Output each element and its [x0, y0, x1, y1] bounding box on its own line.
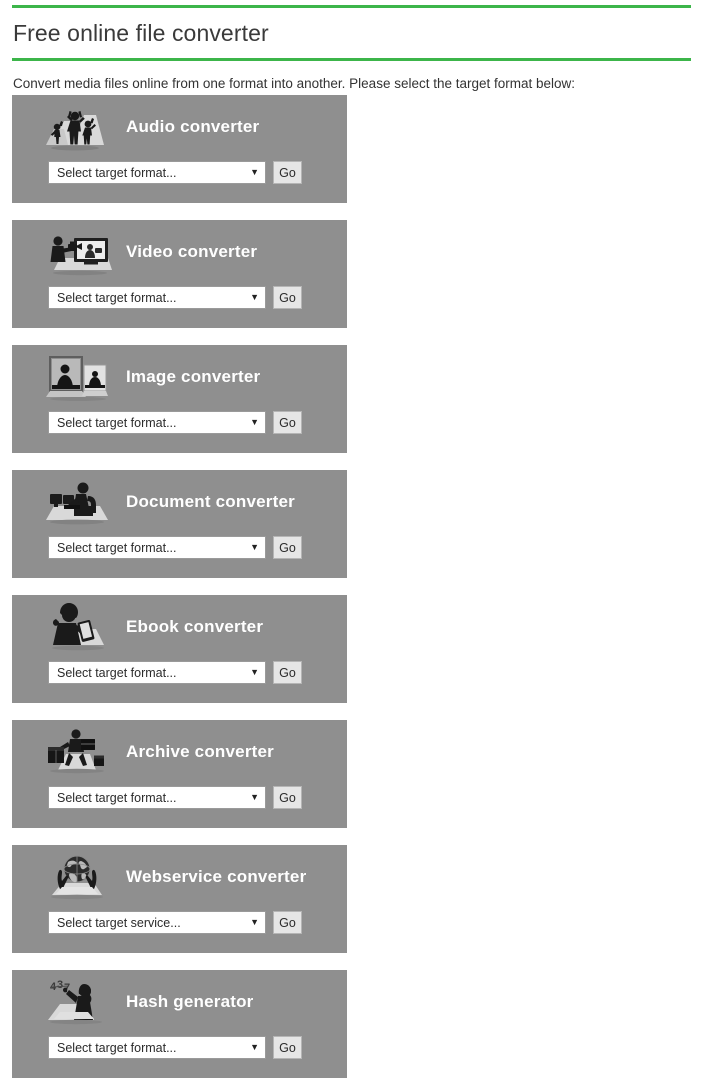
- svg-text:3: 3: [57, 979, 63, 991]
- target-format-select[interactable]: Select target format... ▼: [48, 161, 266, 184]
- page-title: Free online file converter: [13, 20, 269, 46]
- target-format-select[interactable]: Select target format... ▼: [48, 536, 266, 559]
- card-video-converter[interactable]: Video converter Select target format... …: [12, 220, 347, 328]
- card-webservice-converter[interactable]: Webservice converter Select target servi…: [12, 845, 347, 953]
- go-button[interactable]: Go: [273, 411, 302, 434]
- card-header: Audio converter: [12, 95, 347, 159]
- chevron-down-icon: ▼: [250, 541, 259, 552]
- select-value: Select target format...: [57, 1040, 177, 1055]
- card-header: Image converter: [12, 345, 347, 409]
- video-camera-monitor-icon: [38, 224, 116, 280]
- converter-card-grid: Audio converter Select target format... …: [12, 95, 691, 1078]
- card-title: Document converter: [126, 492, 295, 511]
- webservice-globe-hands-icon: [38, 849, 116, 905]
- card-header: Ebook converter: [12, 595, 347, 659]
- go-button[interactable]: Go: [273, 536, 302, 559]
- go-button[interactable]: Go: [273, 1036, 302, 1059]
- card-document-converter[interactable]: Document converter Select target format.…: [12, 470, 347, 578]
- select-value: Select target format...: [57, 165, 177, 180]
- card-title: Video converter: [126, 242, 258, 261]
- chevron-down-icon: ▼: [250, 666, 259, 677]
- card-controls: Select target format... ▼ Go: [12, 1036, 347, 1059]
- target-format-select[interactable]: Select target format... ▼: [48, 786, 266, 809]
- chevron-down-icon: ▼: [250, 291, 259, 302]
- chevron-down-icon: ▼: [250, 166, 259, 177]
- target-format-select[interactable]: Select target format... ▼: [48, 411, 266, 434]
- select-value: Select target service...: [57, 915, 181, 930]
- chevron-down-icon: ▼: [250, 791, 259, 802]
- card-header: Webservice converter: [12, 845, 347, 909]
- card-archive-converter[interactable]: Archive converter Select target format..…: [12, 720, 347, 828]
- card-header: 4 3 7 Hash generator: [12, 970, 347, 1034]
- audio-dancers-icon: [38, 99, 116, 155]
- go-button[interactable]: Go: [273, 911, 302, 934]
- go-button[interactable]: Go: [273, 286, 302, 309]
- select-value: Select target format...: [57, 290, 177, 305]
- target-format-select[interactable]: Select target format... ▼: [48, 286, 266, 309]
- select-value: Select target format...: [57, 665, 177, 680]
- card-header: Archive converter: [12, 720, 347, 784]
- card-ebook-converter[interactable]: Ebook converter Select target format... …: [12, 595, 347, 703]
- card-header: Video converter: [12, 220, 347, 284]
- card-hash-generator[interactable]: 4 3 7 Hash generator Select target forma…: [12, 970, 347, 1078]
- card-title: Webservice converter: [126, 867, 307, 886]
- card-title: Image converter: [126, 367, 261, 386]
- chevron-down-icon: ▼: [250, 416, 259, 427]
- select-value: Select target format...: [57, 540, 177, 555]
- go-button[interactable]: Go: [273, 161, 302, 184]
- card-controls: Select target format... ▼ Go: [12, 786, 347, 809]
- card-audio-converter[interactable]: Audio converter Select target format... …: [12, 95, 347, 203]
- document-desk-worker-icon: [38, 474, 116, 530]
- go-button[interactable]: Go: [273, 661, 302, 684]
- page-intro-text: Convert media files online from one form…: [13, 76, 576, 91]
- target-format-select[interactable]: Select target format... ▼: [48, 661, 266, 684]
- chevron-down-icon: ▼: [250, 1041, 259, 1052]
- target-service-select[interactable]: Select target service... ▼: [48, 911, 266, 934]
- chevron-down-icon: ▼: [250, 916, 259, 927]
- card-controls: Select target format... ▼ Go: [12, 661, 347, 684]
- go-button[interactable]: Go: [273, 786, 302, 809]
- card-controls: Select target format... ▼ Go: [12, 161, 347, 184]
- card-controls: Select target service... ▼ Go: [12, 911, 347, 934]
- card-controls: Select target format... ▼ Go: [12, 286, 347, 309]
- card-title: Archive converter: [126, 742, 274, 761]
- page-header: Free online file converter Convert media…: [0, 5, 703, 93]
- target-format-select[interactable]: Select target format... ▼: [48, 1036, 266, 1059]
- image-frames-icon: [38, 349, 116, 405]
- card-image-converter[interactable]: Image converter Select target format... …: [12, 345, 347, 453]
- card-title: Ebook converter: [126, 617, 264, 636]
- ebook-reader-icon: [38, 599, 116, 655]
- archive-boxes-icon: [38, 724, 116, 780]
- card-title: Hash generator: [126, 992, 254, 1011]
- hash-writer-icon: 4 3 7: [38, 974, 116, 1030]
- page-root: Free online file converter Convert media…: [0, 5, 703, 1078]
- select-value: Select target format...: [57, 415, 177, 430]
- card-controls: Select target format... ▼ Go: [12, 536, 347, 559]
- card-title: Audio converter: [126, 117, 260, 136]
- card-header: Document converter: [12, 470, 347, 534]
- select-value: Select target format...: [57, 790, 177, 805]
- card-controls: Select target format... ▼ Go: [12, 411, 347, 434]
